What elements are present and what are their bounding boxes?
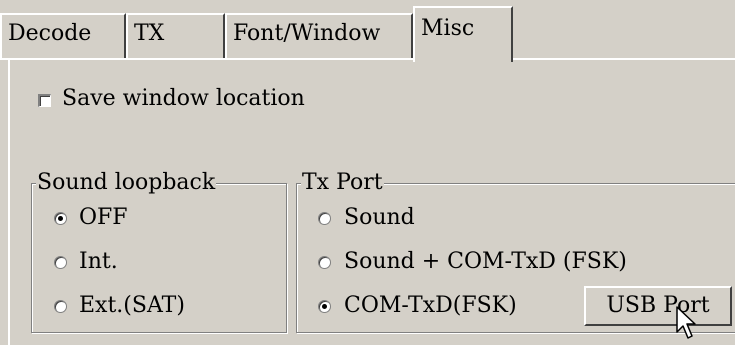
tab-misc-label: Misc [421,16,475,41]
loopback-off-radio[interactable] [54,212,67,225]
tab-font-window-label: Font/Window [233,21,381,46]
usb-port-button[interactable]: USB Port [584,286,732,326]
tab-misc[interactable]: Misc [413,6,513,62]
tab-bar: Decode TX Font/Window Misc [0,0,735,62]
loopback-off-label: OFF [79,205,128,230]
radio-selected-dot [58,216,63,221]
save-window-location-label: Save window location [62,86,305,111]
tx-com-txd-radio[interactable] [318,300,331,313]
tab-font-window[interactable]: Font/Window [225,13,413,58]
tab-divider [0,58,735,60]
tx-com-txd-label: COM-TxD(FSK) [344,293,517,318]
tx-sound-com-txd-radio[interactable] [318,256,331,269]
loopback-ext-sat-radio[interactable] [54,300,67,313]
radio-selected-dot [322,304,327,309]
tx-port-title: Tx Port [301,170,384,196]
loopback-int-radio[interactable] [54,256,67,269]
tab-decode[interactable]: Decode [0,13,126,58]
tab-tx-label: TX [134,21,165,46]
tx-sound-label: Sound [344,205,415,230]
tx-sound-radio[interactable] [318,212,331,225]
loopback-int-label: Int. [79,249,118,274]
tab-tx[interactable]: TX [126,13,225,58]
tab-decode-label: Decode [8,21,92,46]
sound-loopback-title: Sound loopback [36,170,217,196]
loopback-ext-sat-label: Ext.(SAT) [79,293,185,318]
save-window-location-checkbox[interactable] [38,94,51,107]
tx-sound-com-txd-label: Sound + COM-TxD (FSK) [344,249,627,274]
mouse-cursor-icon [676,306,696,339]
